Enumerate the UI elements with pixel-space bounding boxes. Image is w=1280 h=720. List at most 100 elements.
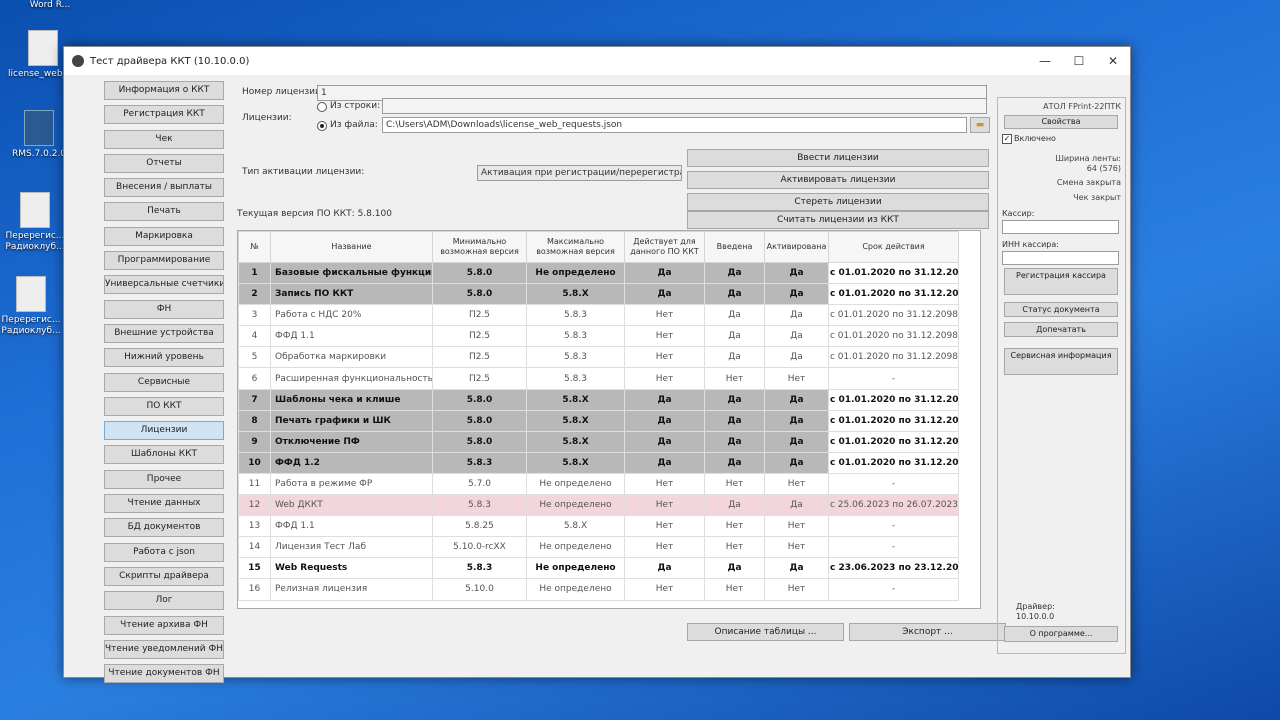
nav-item[interactable]: Маркировка	[104, 226, 224, 246]
cell-entered: Да	[704, 283, 765, 306]
cell-term: с 01.01.2020 по 31.12.2098	[828, 409, 959, 432]
nav-item[interactable]: Прочее	[104, 469, 224, 489]
table-row[interactable]: 8 Печать графики и ШК 5.8.0 5.8.X Да Да Да с 01…	[238, 409, 959, 432]
minimize-button[interactable]: —	[1028, 54, 1062, 68]
cell-max-version: 5.8.3	[526, 367, 625, 390]
nav-item[interactable]: Чтение уведомлений ФН	[104, 639, 224, 659]
table-row[interactable]: 4 ФФД 1.1 П2.5 5.8.3 Нет Да Да с 01.01.2020 по …	[238, 325, 959, 348]
nav-item[interactable]: Внешние устройства	[104, 323, 224, 343]
title-bar[interactable]: Тест драйвера ККТ (10.10.0.0) — ☐ ✕	[64, 47, 1130, 75]
table-row[interactable]: 9 Отключение ПФ 5.8.0 5.8.X Да Да Да с 01.01.20…	[238, 430, 959, 453]
table-row[interactable]: 6 Расширенная функциональность П2.5 5.8.3 Не…	[238, 367, 959, 390]
col-entered[interactable]: Введена	[704, 231, 765, 263]
enabled-checkbox[interactable]: ✓	[1002, 134, 1012, 144]
file-icon	[20, 192, 50, 228]
nav-item[interactable]: Регистрация ККТ	[104, 105, 224, 125]
table-row[interactable]: 11 Работа в режиме ФР 5.7.0 Не определено Не…	[238, 472, 959, 496]
activate-licenses-button[interactable]: Активировать лицензии	[687, 171, 989, 189]
nav-item[interactable]: Отчеты	[104, 153, 224, 173]
col-term[interactable]: Срок действия	[828, 231, 959, 263]
cell-max-version: 5.8.3	[526, 304, 625, 327]
nav-item[interactable]: Чтение архива ФН	[104, 615, 224, 635]
cell-min-version: 5.8.3	[432, 451, 527, 474]
nav-item[interactable]: Чтение данных	[104, 494, 224, 514]
about-button[interactable]: О программе...	[1004, 626, 1118, 642]
cell-name: ФФД 1.1	[270, 325, 433, 348]
cell-term: -	[828, 515, 959, 538]
read-licenses-button[interactable]: Считать лицензии из ККТ	[687, 211, 989, 229]
nav-item[interactable]: ФН	[104, 299, 224, 319]
cell-activated: Да	[764, 325, 829, 348]
cell-activated: Нет	[764, 578, 829, 601]
nav-item[interactable]: ПО ККТ	[104, 396, 224, 416]
doc-status-button[interactable]: Статус документа	[1004, 302, 1118, 317]
nav-item[interactable]: Печать	[104, 202, 224, 222]
cell-entered: Да	[704, 557, 765, 580]
enter-licenses-button[interactable]: Ввести лицензии	[687, 149, 989, 167]
table-row[interactable]: 13 ФФД 1.1 5.8.25 5.8.X Нет Нет Нет -	[238, 515, 959, 538]
desktop-icon-word[interactable]: Word R...	[15, 0, 85, 11]
cell-entered: Нет	[704, 472, 765, 496]
cell-term: с 23.06.2023 по 23.12.2023	[828, 557, 959, 580]
license-file-path-field[interactable]: C:\Users\ADM\Downloads\license_web_reque…	[382, 117, 967, 133]
table-row[interactable]: 2 Запись ПО ККТ 5.8.0 5.8.X Да Да Да с 01.01.20…	[238, 283, 959, 306]
cell-name: ФФД 1.2	[270, 451, 433, 474]
table-row[interactable]: 15 Web Requests 5.8.3 Не определено Да Да Да с …	[238, 557, 959, 580]
cell-activated: Нет	[764, 536, 829, 559]
nav-item[interactable]: Работа с json	[104, 542, 224, 562]
export-button[interactable]: Экспорт ...	[849, 623, 1006, 641]
desktop-icon-doc-1[interactable]: Перерегис... Радиоклуб...	[0, 192, 70, 253]
table-row[interactable]: 14 Лицензия Тест Лаб 5.10.0-rcXX Не определ…	[238, 536, 959, 559]
cashier-inn-field[interactable]	[1002, 251, 1119, 265]
cell-entered: Да	[704, 388, 765, 411]
desktop-icon-doc-2[interactable]: Перерегис... Радиоклуб...	[0, 276, 66, 337]
cashier-field[interactable]	[1002, 220, 1119, 234]
folder-icon[interactable]: ▬	[970, 117, 990, 133]
nav-item[interactable]: Шаблоны ККТ	[104, 445, 224, 465]
nav-item[interactable]: Чтение документов ФН	[104, 664, 224, 684]
col-valid[interactable]: Действует для данного ПО ККТ	[624, 231, 705, 263]
col-activated[interactable]: Активирована	[764, 231, 829, 263]
cell-number: 6	[238, 367, 271, 390]
from-file-radio[interactable]	[317, 121, 327, 131]
maximize-button[interactable]: ☐	[1062, 54, 1096, 68]
close-button[interactable]: ✕	[1096, 54, 1130, 68]
desktop-icon-label: Перерегис... Радиоклуб...	[5, 231, 65, 252]
erase-licenses-button[interactable]: Стереть лицензии	[687, 193, 989, 211]
col-min-version[interactable]: Минимально возможная версия	[432, 231, 527, 263]
nav-item[interactable]: Информация о ККТ	[104, 81, 224, 100]
col-max-version[interactable]: Максимально возможная версия	[526, 231, 625, 263]
properties-button[interactable]: Свойства	[1004, 115, 1118, 129]
nav-item[interactable]: БД документов	[104, 518, 224, 538]
table-row[interactable]: 12 Web ДККТ 5.8.3 Не определено Нет Да Да с 25.…	[238, 494, 959, 517]
cell-name: Работа в режиме ФР	[270, 472, 433, 496]
reprint-button[interactable]: Допечатать	[1004, 322, 1118, 337]
describe-table-button[interactable]: Описание таблицы ...	[687, 623, 844, 641]
from-string-radio[interactable]	[317, 102, 327, 112]
cell-max-version: 5.8.X	[526, 430, 625, 453]
table-row[interactable]: 10 ФФД 1.2 5.8.3 5.8.X Да Да Да с 01.01.2020 по…	[238, 451, 959, 474]
cell-name: Расширенная функциональность	[270, 367, 433, 390]
nav-item[interactable]: Сервисные	[104, 372, 224, 392]
nav-item[interactable]: Внесения / выплаты	[104, 178, 224, 198]
nav-item[interactable]: Скрипты драйвера	[104, 566, 224, 586]
nav-item[interactable]: Чек	[104, 129, 224, 149]
register-cashier-button[interactable]: Регистрация кассира	[1004, 268, 1118, 295]
nav-item[interactable]: Лог	[104, 591, 224, 611]
nav-item[interactable]: Универсальные счетчики	[104, 275, 224, 295]
table-row[interactable]: 5 Обработка маркировки П2.5 5.8.3 Нет Да Да с 0…	[238, 346, 959, 369]
col-number[interactable]: №	[238, 231, 271, 263]
activation-type-select[interactable]: Активация при регистрации/перерегистраци…	[477, 165, 682, 181]
license-string-field[interactable]	[382, 98, 987, 114]
table-row[interactable]: 1 Базовые фискальные функции 5.8.0 Не опред…	[238, 261, 959, 285]
col-name[interactable]: Название	[270, 231, 433, 263]
table-row[interactable]: 16 Релизная лицензия 5.10.0 Не определено Не…	[238, 578, 959, 601]
table-row[interactable]: 7 Шаблоны чека и клише 5.8.0 5.8.X Да Да Да с 0…	[238, 388, 959, 411]
nav-item[interactable]: Лицензии	[104, 421, 224, 441]
service-info-button[interactable]: Сервисная информация	[1004, 348, 1118, 375]
nav-item[interactable]: Нижний уровень	[104, 348, 224, 368]
table-row[interactable]: 3 Работа с НДС 20% П2.5 5.8.3 Нет Да Да с 01.01…	[238, 304, 959, 327]
nav-item[interactable]: Программирование	[104, 251, 224, 271]
cell-activated: Нет	[764, 515, 829, 538]
cell-number: 12	[238, 494, 271, 517]
